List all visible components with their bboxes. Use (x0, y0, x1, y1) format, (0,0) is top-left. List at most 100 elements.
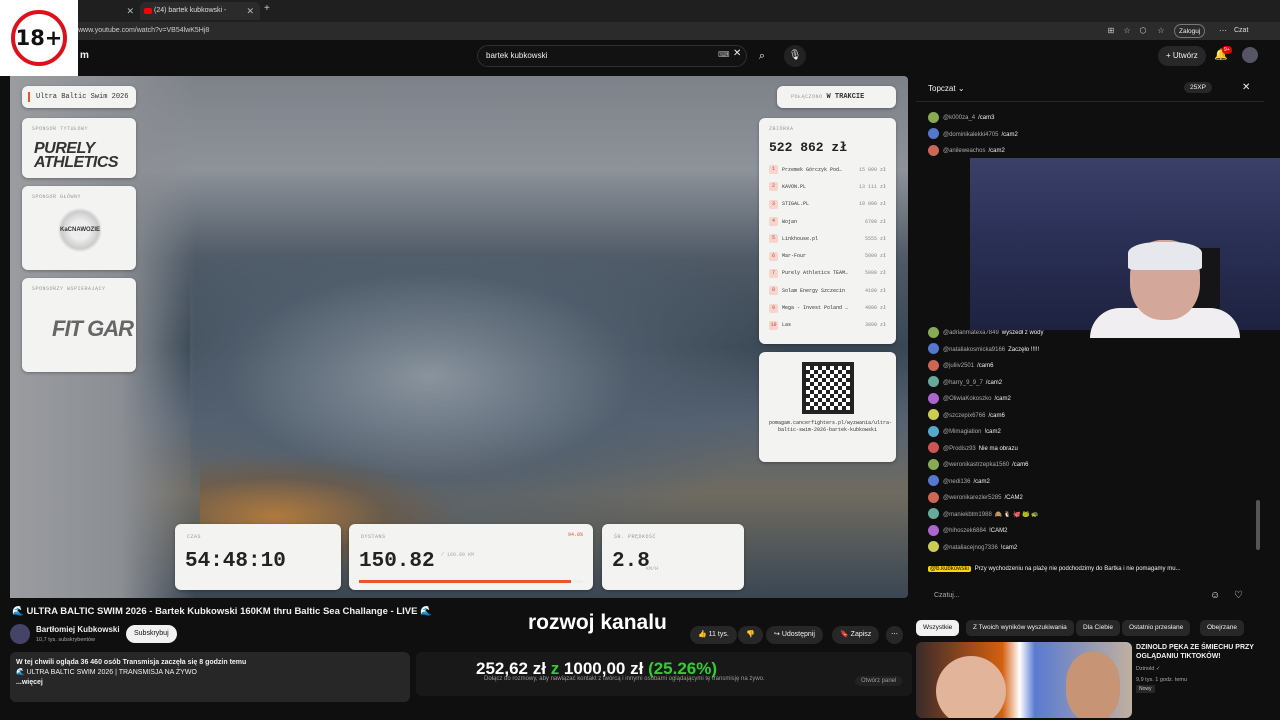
time-stat-card: CZAS 54:48:10 (175, 524, 341, 590)
browser-tab-youtube[interactable]: (24) bartek kubkowski - YouTube✕ (140, 2, 260, 32)
chat-username[interactable]: @nataliakosmicka9166 (943, 347, 1005, 353)
clear-search-icon[interactable]: ✕ (733, 48, 741, 59)
donor-amount: 5000 zł (864, 270, 886, 277)
emoji-icon[interactable]: ☺ (1210, 590, 1220, 601)
heart-icon[interactable]: ♡ (1234, 590, 1243, 601)
donor-name: Mar-Four (782, 253, 807, 260)
chat-avatar (928, 508, 939, 520)
distance-stat-card: DYSTANS 94.8% 150.82 / 160.00 KM (349, 524, 593, 590)
chat-message: @k000za_4/cam3 (928, 110, 994, 127)
bookmark-star-icon[interactable]: ☆ (1120, 24, 1134, 38)
chat-username[interactable]: @adrianmatexa7849 (943, 330, 999, 336)
close-tab-icon[interactable]: ✕ (246, 2, 254, 20)
share-button[interactable]: ↪ Udostępnij (766, 626, 823, 644)
search-input[interactable]: bartek kubkowski (477, 45, 747, 67)
donor-rank: 5 (769, 234, 778, 244)
like-button[interactable]: 👍 11 tys. (690, 626, 737, 644)
chat-message: @szczepix6766/cam6 (928, 408, 1005, 425)
chat-username[interactable]: @weronikarezler5285 (943, 495, 1001, 501)
chat-input[interactable]: Czatuj... (928, 587, 1198, 605)
video-description[interactable]: W tej chwili ogląda 36 460 osób Transmis… (10, 652, 410, 702)
chat-avatar (928, 491, 939, 503)
donor-row: 6 Mar-Four 5000 zł (769, 247, 886, 264)
chat-username[interactable]: @harry_9_9_7 (943, 380, 983, 386)
xp-badge[interactable]: 25XP (1184, 82, 1212, 93)
chat-username[interactable]: @OliwiaKokoszko (943, 396, 991, 402)
close-tab-icon[interactable]: ✕ (126, 2, 134, 20)
chat-message: @hihoszek6884 !CAM2 (928, 523, 1007, 540)
chat-username[interactable]: @weronikastrzepka1560 (943, 462, 1009, 468)
copilot-chat-button[interactable]: Czat (1234, 24, 1248, 38)
subscribe-button[interactable]: Subskrybuj (126, 625, 177, 643)
filter-chip[interactable]: Ostatnio przesłane (1122, 620, 1191, 636)
chat-avatar (928, 326, 939, 338)
chat-text: /CAM2 (1004, 495, 1023, 501)
chat-message: @weronikarezler5285/CAM2 (928, 490, 1023, 507)
age-rating-badge: 18+ (0, 0, 78, 76)
browser-tab-1[interactable]: ✕ (78, 2, 140, 20)
close-chat-icon[interactable]: ✕ (1242, 82, 1250, 93)
rec-views: 9,9 tys. 1 godz. temu (1136, 677, 1188, 683)
youtube-logo[interactable]: m (80, 50, 89, 61)
url-field[interactable]: www.youtube.com/watch?v=VB54lwK5Hj8 (78, 24, 1078, 38)
login-button[interactable]: Zaloguj (1174, 24, 1206, 38)
more-menu-icon[interactable]: ⋯ (1216, 24, 1230, 38)
recommended-video-title[interactable]: DZINOLD PĘKA ZE ŚMIECHU PRZY OGLĄDANIU T… (1136, 643, 1276, 661)
sponsor-main-card: SPONSOR GŁÓWNY KaCNAWOZIE (22, 186, 136, 270)
chat-avatar (928, 392, 939, 404)
new-tab-icon[interactable]: + (264, 3, 270, 14)
channel-avatar[interactable] (10, 624, 30, 644)
dislike-button[interactable]: 👎 (738, 626, 763, 644)
filter-chip[interactable]: Z Twoich wyników wyszukiwania (966, 620, 1074, 636)
install-icon[interactable]: ⊞ (1104, 24, 1118, 38)
chat-text: /cam2 (1001, 131, 1018, 138)
filter-chip[interactable]: Obejrzane (1200, 620, 1244, 636)
donor-row: 8 Solam Energy Szczecin 4100 zł (769, 282, 886, 299)
search-icon[interactable]: ⌕ (750, 45, 774, 67)
filter-chip[interactable]: Wszystkie (916, 620, 960, 636)
chat-avatar (928, 111, 939, 123)
chat-username[interactable]: @juliiv2501 (943, 363, 974, 369)
open-panel-button[interactable]: Otwórz panel (855, 676, 903, 686)
chat-username[interactable]: @Prodisz93 (943, 446, 976, 452)
chat-title: Topczat (928, 84, 956, 93)
desc-more-link[interactable]: ...więcej (16, 679, 43, 686)
chat-username[interactable]: @nataliacejnog7336 (943, 545, 998, 551)
chat-username[interactable]: @hihoszek6884 (943, 528, 986, 534)
chat-username[interactable]: @dominikalekki4705 (943, 132, 998, 138)
chat-avatar (928, 128, 939, 140)
channel-name[interactable]: Bartłomiej Kubkowski (36, 625, 120, 634)
donor-row: 5 Linkhouse.pl 5555 zł (769, 230, 886, 247)
chat-username[interactable]: @maniekbtm1988 (943, 512, 992, 518)
filter-chip[interactable]: Dla Ciebie (1076, 620, 1120, 636)
recommended-video-thumbnail[interactable] (916, 642, 1132, 718)
status-label: POŁĄCZONO (791, 94, 823, 100)
chat-username[interactable]: @szczepix6766 (943, 413, 985, 419)
favorites-icon[interactable]: ☆ (1154, 24, 1168, 38)
chat-scrollbar[interactable] (1256, 500, 1260, 550)
chat-username[interactable]: @nedi136 (943, 479, 970, 485)
thumbnail-face-left (936, 656, 1006, 718)
chat-avatar (928, 524, 939, 536)
more-actions-icon[interactable]: ⋯ (886, 626, 903, 644)
distance-progress-fill (359, 580, 572, 583)
chat-username[interactable]: @Mimagiation (943, 429, 981, 435)
account-avatar[interactable] (1242, 47, 1258, 63)
keyboard-icon[interactable]: ⌨ (718, 50, 730, 59)
sponsor-title-label: SPONSOR TYTUŁOWY (32, 126, 89, 132)
save-button[interactable]: 🔖 Zapisz (832, 626, 880, 644)
speed-stat-card: ŚR. PRĘDKOŚĆ 2.8 KM/H (602, 524, 744, 590)
chat-mode-dropdown[interactable]: Topczat ⌄ (916, 76, 1264, 102)
sponsor-title-card: SPONSOR TYTUŁOWY PURELY ATHLETICS (22, 118, 136, 178)
microphone-icon[interactable]: 🎙 (784, 45, 806, 67)
sponsor-main-label: SPONSOR GŁÓWNY (32, 194, 82, 200)
create-button[interactable]: + Utwórz (1158, 46, 1206, 66)
chat-username[interactable]: @anileweachos (943, 148, 985, 154)
donor-row: 7 Purely Athletics TEAM… 5000 zł (769, 265, 886, 282)
chat-message: @nataliacejnog7336 !cam2 (928, 540, 1017, 557)
qr-url: pomagam.cancerfighters.pl/wyzwania/ultra… (769, 420, 893, 433)
thumbnail-face-right (1066, 652, 1120, 718)
distance-value: 150.82 (359, 550, 435, 573)
chat-username[interactable]: @k000za_4 (943, 115, 975, 121)
extension-icon[interactable]: ⬡ (1136, 24, 1150, 38)
